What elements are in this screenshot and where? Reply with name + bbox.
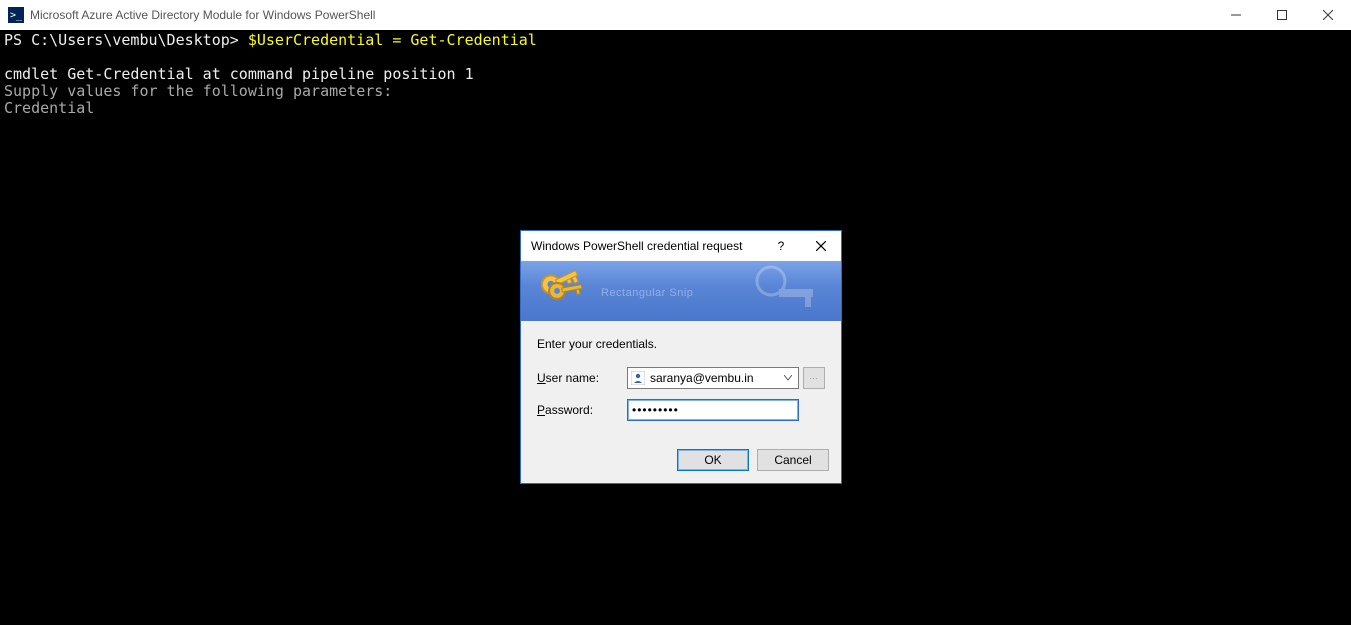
command-text: $UserCredential = Get-Credential — [248, 31, 537, 49]
browse-button[interactable]: ... — [803, 367, 825, 389]
output-line: cmdlet Get-Credential at command pipelin… — [4, 65, 474, 83]
banner-deco-icon — [721, 261, 841, 321]
minimize-button[interactable] — [1213, 0, 1259, 30]
dialog-button-row: OK Cancel — [521, 441, 841, 483]
window-titlebar: >_ Microsoft Azure Active Directory Modu… — [0, 0, 1351, 30]
dialog-close-button[interactable] — [801, 231, 841, 261]
maximize-button[interactable] — [1259, 0, 1305, 30]
output-line: Supply values for the following paramete… — [4, 82, 392, 100]
username-label: User name: — [537, 371, 627, 385]
help-button[interactable]: ? — [761, 231, 801, 261]
cancel-button[interactable]: Cancel — [757, 449, 829, 471]
close-button[interactable] — [1305, 0, 1351, 30]
banner-watermark: Rectangular Snip — [601, 287, 693, 299]
powershell-icon: >_ — [8, 7, 24, 23]
username-row: User name: saranya@vembu.in ... — [537, 367, 825, 389]
chevron-down-icon[interactable] — [780, 375, 796, 381]
password-row: Password: — [537, 399, 825, 421]
window-title: Microsoft Azure Active Directory Module … — [30, 8, 1213, 22]
prompt-text: PS C:\Users\vembu\Desktop> — [4, 31, 248, 49]
password-label: Password: — [537, 403, 627, 417]
output-line: Credential — [4, 99, 94, 117]
terminal-output[interactable]: PS C:\Users\vembu\Desktop> $UserCredenti… — [0, 30, 1351, 119]
dialog-title: Windows PowerShell credential request — [531, 239, 761, 253]
password-input[interactable] — [627, 399, 799, 421]
dialog-titlebar: Windows PowerShell credential request ? — [521, 231, 841, 261]
dialog-body: Enter your credentials. User name: saran… — [521, 321, 841, 441]
user-icon — [630, 370, 646, 386]
window-controls — [1213, 0, 1351, 30]
dialog-prompt: Enter your credentials. — [537, 337, 825, 351]
dialog-banner: Rectangular Snip — [521, 261, 841, 321]
credential-dialog: Windows PowerShell credential request ? — [520, 230, 842, 484]
username-value: saranya@vembu.in — [650, 371, 780, 385]
keys-icon — [541, 265, 589, 320]
username-combo[interactable]: saranya@vembu.in — [627, 367, 799, 389]
ok-button[interactable]: OK — [677, 449, 749, 471]
